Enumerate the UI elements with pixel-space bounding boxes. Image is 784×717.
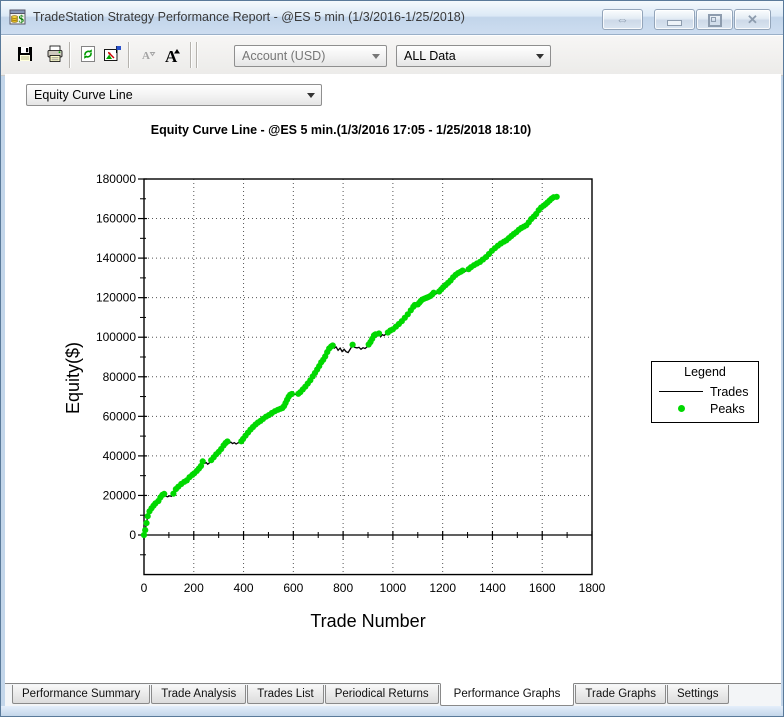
toolbar-separator	[128, 42, 130, 68]
print-icon	[47, 45, 63, 62]
svg-text:180000: 180000	[96, 172, 136, 186]
y-axis-label: Equity($)	[63, 342, 83, 414]
legend-label-peaks: Peaks	[710, 401, 745, 416]
report-content: Equity Curve Line Equity Curve Line - @E…	[5, 74, 781, 683]
tab-trade-analysis[interactable]: Trade Analysis	[151, 685, 247, 704]
svg-text:1800: 1800	[579, 581, 606, 595]
svg-text:1200: 1200	[429, 581, 456, 595]
svg-text:1400: 1400	[479, 581, 506, 595]
x-axis-label: Trade Number	[310, 611, 425, 631]
chevron-down-icon	[536, 54, 544, 59]
chart-legend: Legend Trades Peaks	[651, 361, 759, 423]
svg-text:400: 400	[234, 581, 254, 595]
svg-text:100000: 100000	[96, 330, 136, 344]
title-bar[interactable]: $ TradeStation Strategy Performance Repo…	[1, 1, 783, 35]
dock-button[interactable]: ⇔	[602, 9, 643, 30]
tab-periodical-returns[interactable]: Periodical Returns	[324, 685, 439, 704]
print-button[interactable]	[44, 45, 66, 67]
maximize-icon	[707, 14, 722, 27]
report-tab-bar: Performance Summary Trade Analysis Trade…	[5, 683, 781, 706]
svg-text:600: 600	[283, 581, 303, 595]
svg-text:80000: 80000	[103, 370, 137, 384]
legend-item-trades: Trades	[652, 383, 758, 400]
save-button[interactable]	[14, 45, 36, 67]
account-dropdown-value: Account (USD)	[242, 49, 326, 63]
refresh-icon	[81, 46, 95, 62]
svg-text:120000: 120000	[96, 291, 136, 305]
refresh-button[interactable]	[77, 45, 99, 67]
tab-settings[interactable]: Settings	[666, 685, 729, 704]
minimize-button[interactable]	[654, 9, 695, 30]
report-settings-button[interactable]	[101, 45, 123, 67]
svg-text:1600: 1600	[529, 581, 556, 595]
window-bottom-edge	[1, 706, 783, 716]
window-title: TradeStation Strategy Performance Report…	[33, 10, 465, 24]
font-decrease-button[interactable]: A	[137, 45, 159, 67]
svg-text:40000: 40000	[103, 449, 137, 463]
legend-label-trades: Trades	[710, 384, 749, 399]
svg-text:0: 0	[141, 581, 148, 595]
svg-text:20000: 20000	[103, 488, 137, 502]
svg-text:$: $	[19, 14, 25, 26]
svg-text:800: 800	[333, 581, 353, 595]
account-dropdown[interactable]: Account (USD)	[234, 45, 387, 67]
font-decrease-icon: A	[142, 50, 156, 62]
svg-text:0: 0	[129, 528, 136, 542]
data-range-dropdown-value: ALL Data	[404, 49, 456, 63]
svg-text:200: 200	[184, 581, 204, 595]
svg-text:160000: 160000	[96, 212, 136, 226]
toolbar: A A Account (USD) ALL Data	[1, 35, 783, 76]
toolbar-separator	[196, 42, 198, 68]
close-button[interactable]: ✕	[734, 9, 771, 30]
legend-item-peaks: Peaks	[652, 400, 758, 417]
tab-trade-graphs[interactable]: Trade Graphs	[575, 685, 666, 704]
tab-performance-summary[interactable]: Performance Summary	[12, 685, 151, 704]
toolbar-separator	[190, 42, 192, 68]
svg-text:1000: 1000	[380, 581, 407, 595]
toolbar-separator	[69, 42, 71, 68]
svg-text:A: A	[142, 50, 150, 62]
minimize-icon	[667, 20, 682, 26]
tradestation-report-window: $ TradeStation Strategy Performance Repo…	[0, 0, 784, 717]
chevron-down-icon	[372, 54, 380, 59]
app-icon: $	[9, 9, 26, 26]
tab-trades-list[interactable]: Trades List	[247, 685, 324, 704]
data-range-dropdown[interactable]: ALL Data	[396, 45, 551, 67]
report-settings-icon	[103, 46, 121, 61]
save-icon	[18, 47, 32, 61]
svg-text:140000: 140000	[96, 251, 136, 265]
font-increase-button[interactable]: A	[162, 45, 184, 67]
peaks-dot-sample	[652, 405, 710, 412]
legend-title: Legend	[684, 365, 726, 379]
font-increase-icon: A	[165, 47, 180, 66]
svg-text:60000: 60000	[103, 409, 137, 423]
tab-performance-graphs[interactable]: Performance Graphs	[439, 683, 575, 706]
svg-text:A: A	[165, 47, 178, 66]
maximize-button[interactable]	[696, 9, 733, 30]
trades-line-sample	[652, 391, 710, 392]
